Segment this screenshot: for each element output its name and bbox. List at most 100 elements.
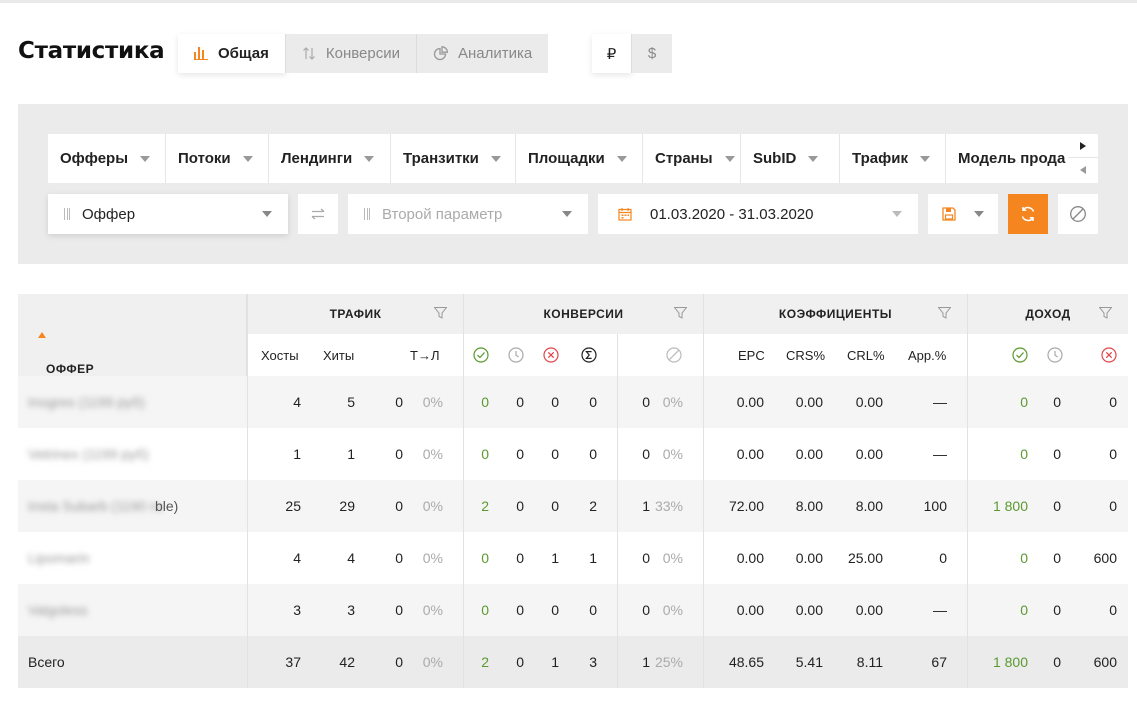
- col-hosts[interactable]: Хосты: [261, 334, 299, 376]
- filter-icon[interactable]: [937, 307, 952, 322]
- col-income-pending[interactable]: [1047, 334, 1063, 376]
- col-income-rejected[interactable]: [1101, 334, 1117, 376]
- col-total[interactable]: [581, 334, 597, 376]
- cell-i-ok: 0: [1020, 550, 1028, 566]
- table-row[interactable]: Insta Subarb (1190 ru ble) 25 29 0 0% 2 0 0 2 1 33%…: [18, 480, 1128, 532]
- cell-hits: 4: [347, 550, 355, 566]
- col-app[interactable]: App.%: [908, 334, 946, 376]
- clock-icon: [1047, 347, 1063, 363]
- cell-epc: 0.00: [736, 394, 764, 410]
- cell-app: 67: [931, 654, 947, 670]
- tab-conversions[interactable]: Конверсии: [285, 34, 417, 73]
- col-trash[interactable]: [666, 334, 682, 376]
- save-icon: [942, 207, 956, 221]
- filter-tab-offers[interactable]: Офферы: [48, 134, 166, 183]
- chevron-down-icon: [974, 211, 984, 217]
- cell-hits: 29: [339, 498, 355, 514]
- col-crs[interactable]: CRS%: [786, 334, 825, 376]
- filter-tab-landings[interactable]: Лендинги: [269, 134, 391, 183]
- offer-name[interactable]: Lipomarin: [28, 550, 89, 566]
- cell-i-rej: 0: [1109, 498, 1117, 514]
- cell-epc: 0.00: [736, 446, 764, 462]
- col-tl[interactable]: Т→Л: [410, 334, 439, 376]
- filter-tab-streams[interactable]: Потоки: [166, 134, 269, 183]
- tab-general[interactable]: Общая: [178, 34, 286, 73]
- chevron-down-icon: [892, 211, 902, 217]
- scroll-right-button[interactable]: [1068, 134, 1098, 158]
- filter-icon[interactable]: [433, 307, 448, 322]
- cell-c-wait: 0: [516, 550, 524, 566]
- filter-tab-sales-model[interactable]: Модель прода: [946, 134, 1068, 183]
- cell-tl: 0: [395, 446, 403, 462]
- filter-tab-transits[interactable]: Транзитки: [391, 134, 516, 183]
- cell-i-rej: 0: [1109, 394, 1117, 410]
- offer-name[interactable]: Vetrinex (1199 руб): [28, 446, 149, 462]
- swap-params-button[interactable]: [298, 194, 338, 234]
- group-coefficients: КОЭФФИЦИЕНТЫ: [704, 294, 968, 334]
- scroll-left-button[interactable]: [1068, 158, 1098, 182]
- reset-filters-button[interactable]: [1058, 194, 1098, 234]
- cell-i-ok: 1 800: [992, 498, 1028, 514]
- cell-tl: 0: [395, 654, 403, 670]
- group-by-select[interactable]: Оффер: [48, 194, 288, 234]
- col-approved[interactable]: [473, 334, 489, 376]
- cell-app: —: [933, 394, 947, 410]
- table-row[interactable]: Vetrinex (1199 руб) 1 1 0 0% 0 0 0 0 0 0% 0.00 0.00 0…: [18, 428, 1128, 480]
- filter-tab-label: SubID: [753, 150, 797, 167]
- col-pending[interactable]: [508, 334, 524, 376]
- filter-icon[interactable]: [1098, 307, 1113, 322]
- tab-analytics[interactable]: Аналитика: [416, 34, 549, 73]
- cell-c-wait: 0: [516, 654, 524, 670]
- cell-i-ok: 1 800: [992, 654, 1028, 670]
- offer-column-header[interactable]: ОФФЕР: [18, 294, 247, 376]
- chevron-down-icon: [562, 211, 572, 217]
- save-preset-dropdown[interactable]: [928, 194, 998, 234]
- group-by-value: Оффер: [82, 205, 136, 223]
- offer-name[interactable]: Insta Subarb (1190 ru: [28, 498, 162, 514]
- cell-c-trash: 0: [642, 446, 650, 462]
- group-traffic-label: ТРАФИК: [329, 307, 382, 321]
- cell-c-ok: 0: [481, 550, 489, 566]
- filter-tabs: Офферы Потоки Лендинги Транзитки Площадк…: [48, 134, 1068, 183]
- col-hits[interactable]: Хиты: [323, 334, 354, 376]
- filter-icon[interactable]: [673, 307, 688, 322]
- cell-crl: 8.11: [856, 654, 883, 670]
- chevron-down-icon: [490, 155, 501, 162]
- tab-conversions-label: Конверсии: [325, 45, 400, 62]
- cell-c-wait: 0: [516, 446, 524, 462]
- filter-tab-traffic[interactable]: Трафик: [840, 134, 946, 183]
- cell-hits: 1: [347, 446, 355, 462]
- col-income-approved[interactable]: [1012, 334, 1028, 376]
- cell-c-ok: 0: [481, 602, 489, 618]
- currency-rub-button[interactable]: ₽: [592, 34, 632, 73]
- cell-c-sum: 3: [589, 654, 597, 670]
- refresh-button[interactable]: [1008, 194, 1048, 234]
- cell-i-wait: 0: [1053, 654, 1061, 670]
- filter-tab-label: Модель прода: [958, 150, 1066, 167]
- cell-c-rej: 0: [551, 394, 559, 410]
- table-row[interactable]: Lipomarin 4 4 0 0% 0 0 1 1 0 0% 0.00 0.00 25.00 0 0 0 600: [18, 532, 1128, 584]
- table-total-row[interactable]: Всего 37 42 0 0% 2 0 1 3 1 25% 48.65 5.41 8.11 67 1 800…: [18, 636, 1128, 688]
- currency-toggle: ₽ $: [592, 34, 672, 73]
- cell-c-trash-pct: 33%: [654, 498, 683, 514]
- col-rejected[interactable]: [543, 334, 559, 376]
- filter-tab-countries[interactable]: Страны: [643, 134, 741, 183]
- filter-tab-label: Потоки: [178, 150, 231, 167]
- filter-tab-sites[interactable]: Площадки: [516, 134, 643, 183]
- cell-c-sum: 2: [589, 498, 597, 514]
- cell-i-wait: 0: [1053, 550, 1061, 566]
- currency-usd-button[interactable]: $: [632, 34, 672, 73]
- date-range-picker[interactable]: 01.03.2020 - 31.03.2020: [598, 194, 918, 234]
- cell-epc: 0.00: [736, 602, 764, 618]
- col-crl[interactable]: CRL%: [847, 334, 885, 376]
- drag-handle-icon: [64, 208, 70, 220]
- col-epc[interactable]: EPC: [738, 334, 765, 376]
- cell-crs: 0.00: [795, 550, 823, 566]
- second-param-select[interactable]: Второй параметр: [348, 194, 588, 234]
- filter-tab-subid[interactable]: SubID: [741, 134, 840, 183]
- table-row[interactable]: Inogres (1199 руб) 4 5 0 0% 0 0 0 0 0 0% 0.00 0.00 0.…: [18, 376, 1128, 428]
- offer-name[interactable]: Inogres (1199 руб): [28, 394, 145, 410]
- offer-name[interactable]: Valgoless: [28, 602, 88, 618]
- table-row[interactable]: Valgoless 3 3 0 0% 0 0 0 0 0 0% 0.00 0.00 0.00 — 0 0 0: [18, 584, 1128, 636]
- refresh-icon: [1021, 206, 1035, 222]
